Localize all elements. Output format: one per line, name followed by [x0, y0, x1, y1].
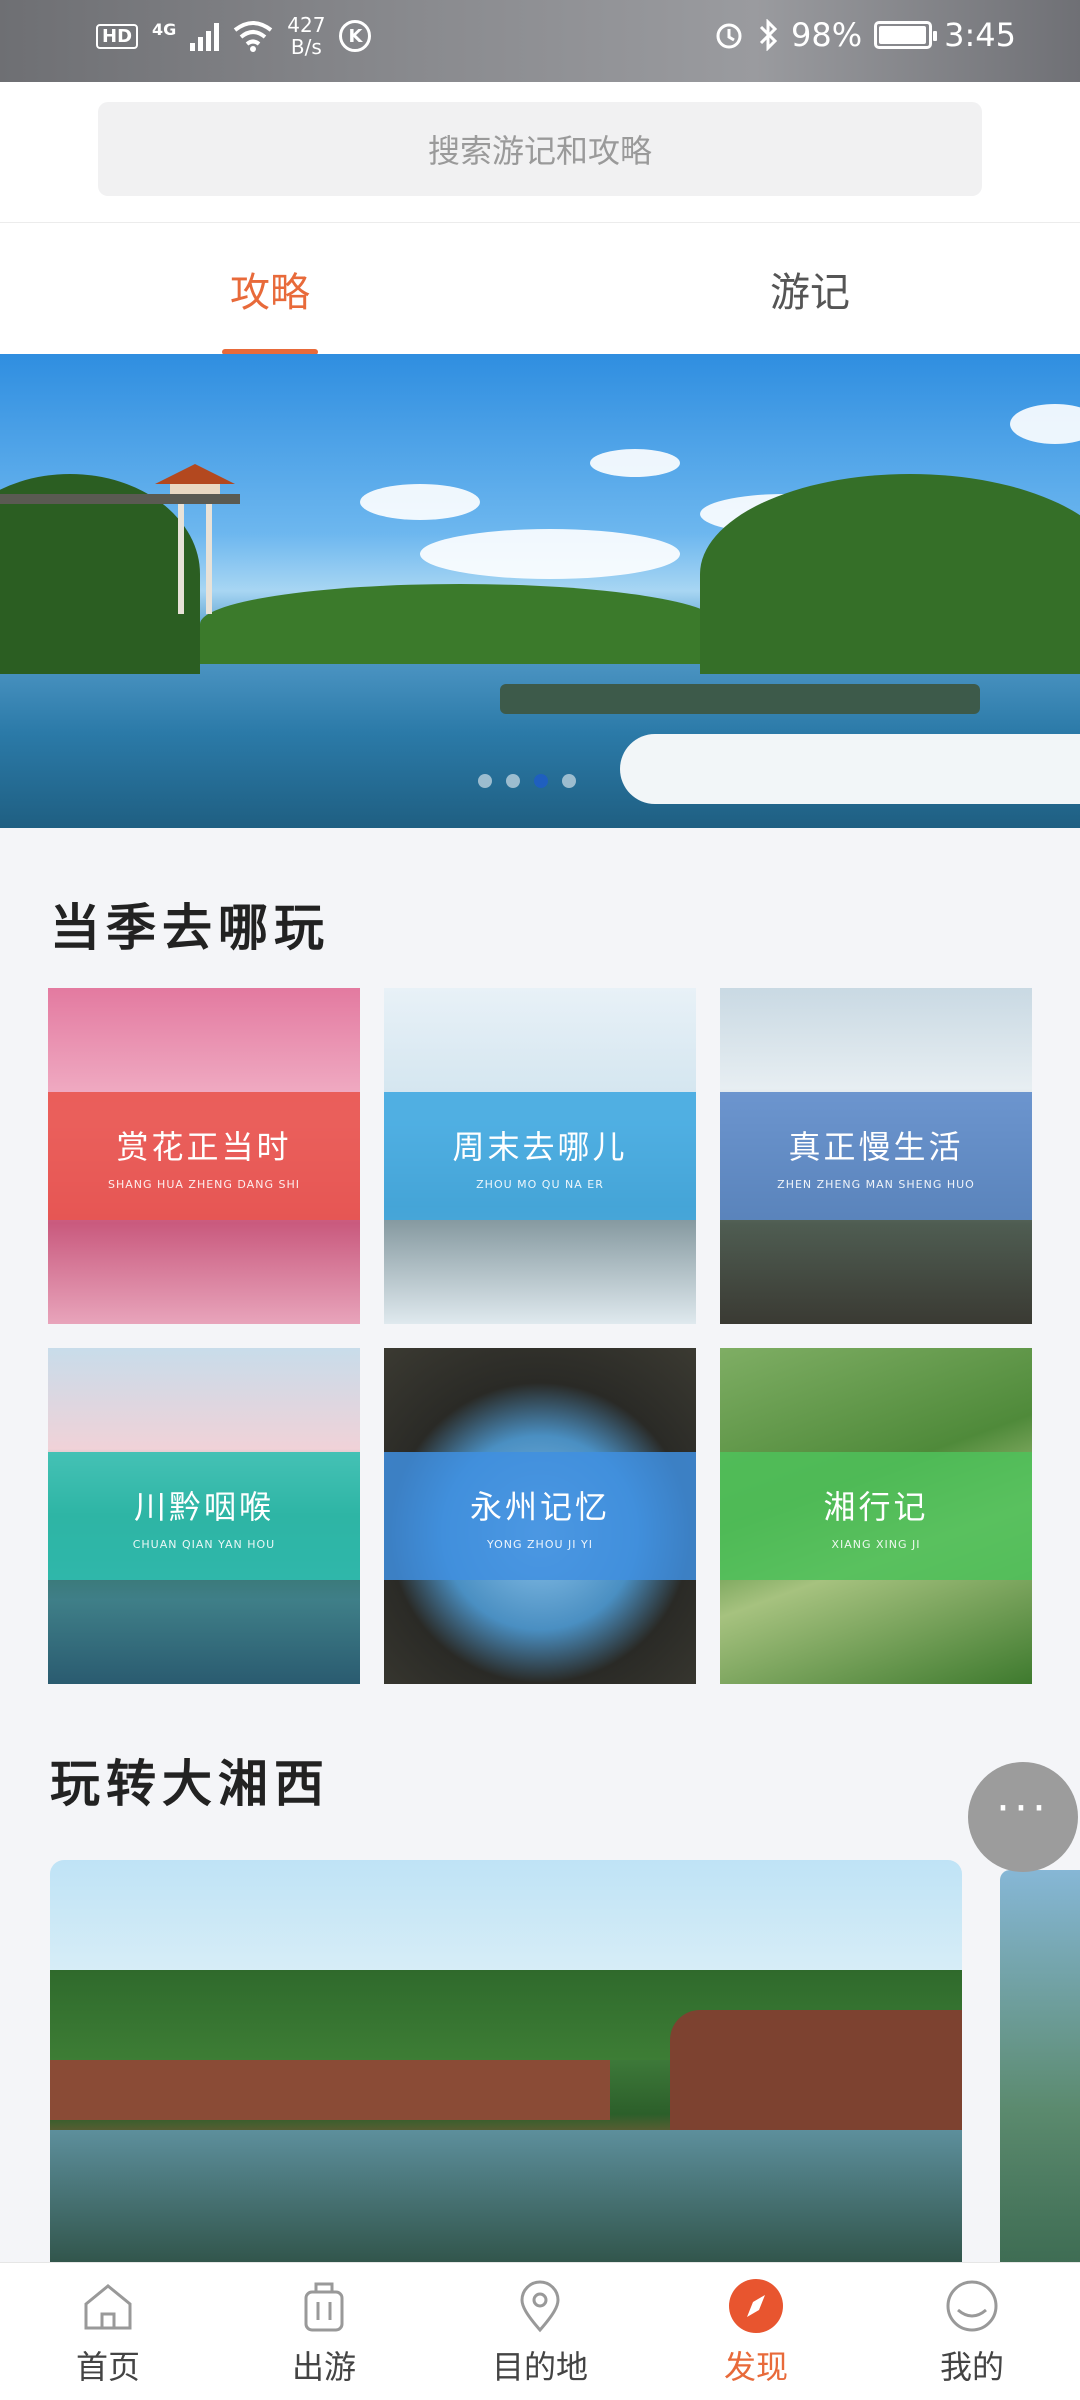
- card-title: 真正慢生活: [788, 1127, 964, 1166]
- bottom-nav: 首页 出游 目的地 发现 我的: [0, 2262, 1080, 2400]
- nav-destination[interactable]: 目的地: [432, 2263, 648, 2400]
- nav-discover[interactable]: 发现: [648, 2263, 864, 2400]
- app-screen: HD 4G 427 B/s K 98% 3:45 搜索游记和攻略 攻略 游记 当…: [0, 0, 1080, 2400]
- section-title-season: 当季去哪玩: [50, 899, 330, 957]
- wifi-icon: [234, 21, 273, 52]
- season-card-weekend[interactable]: 周末去哪儿 ZHOU MO QU NA ER: [384, 988, 696, 1324]
- nav-destination-label: 目的地: [491, 2347, 588, 2386]
- card-title: 永州记忆: [469, 1487, 610, 1526]
- card-title: 湘行记: [823, 1487, 929, 1526]
- card-pinyin: CHUAN QIAN YAN HOU: [132, 1537, 276, 1551]
- card-pinyin: SHANG HUA ZHENG DANG SHI: [108, 1177, 300, 1191]
- card-band: 湘行记 XIANG XING JI: [720, 1452, 1032, 1580]
- card-pinyin: XIANG XING JI: [831, 1537, 921, 1551]
- more-options-button[interactable]: ···: [968, 1762, 1078, 1872]
- card-band: 周末去哪儿 ZHOU MO QU NA ER: [384, 1092, 696, 1220]
- speed-value: 427: [287, 13, 326, 37]
- season-card-chuanqian[interactable]: 川黔咽喉 CHUAN QIAN YAN HOU: [48, 1348, 360, 1684]
- nav-profile-label: 我的: [939, 2347, 1004, 2386]
- network-type: 4G: [152, 19, 177, 39]
- season-card-flowers[interactable]: 赏花正当时 SHANG HUA ZHENG DANG SHI: [48, 988, 360, 1324]
- tab-travelogues-label: 游记: [770, 270, 850, 316]
- nav-trip[interactable]: 出游: [216, 2263, 432, 2400]
- bluetooth-icon: [759, 19, 778, 51]
- tab-travelogues[interactable]: 游记: [710, 223, 910, 355]
- carousel-dot[interactable]: [562, 774, 576, 788]
- profile-icon: [942, 2276, 1002, 2336]
- carousel-dot[interactable]: [478, 774, 492, 788]
- card-band: 赏花正当时 SHANG HUA ZHENG DANG SHI: [48, 1092, 360, 1220]
- clock: 3:45: [944, 16, 1016, 54]
- luggage-icon: [294, 2276, 354, 2336]
- hd-badge: HD: [96, 23, 139, 49]
- next-feature-card-peek[interactable]: [1000, 1870, 1080, 2270]
- season-card-xiangxing[interactable]: 湘行记 XIANG XING JI: [720, 1348, 1032, 1684]
- card-title: 赏花正当时: [116, 1127, 292, 1166]
- more-dots-icon: ···: [996, 1782, 1050, 1834]
- signal-icon: [190, 21, 220, 51]
- battery-icon: [874, 21, 938, 49]
- card-pinyin: ZHOU MO QU NA ER: [476, 1177, 604, 1191]
- nav-profile[interactable]: 我的: [864, 2263, 1080, 2400]
- card-title: 川黔咽喉: [133, 1487, 274, 1526]
- card-pinyin: ZHEN ZHENG MAN SHENG HUO: [777, 1177, 975, 1191]
- home-icon: [78, 2276, 138, 2336]
- nav-home[interactable]: 首页: [0, 2263, 216, 2400]
- location-pin-icon: [510, 2276, 570, 2336]
- nav-discover-label: 发现: [723, 2347, 788, 2386]
- section-title-xiangxi: 玩转大湘西: [50, 1755, 330, 1813]
- search-bar-container: 搜索游记和攻略: [0, 82, 1080, 222]
- nav-home-label: 首页: [75, 2347, 140, 2386]
- battery-percent: 98%: [791, 16, 863, 54]
- card-pinyin: YONG ZHOU JI YI: [487, 1537, 593, 1551]
- network-speed: 427 B/s: [287, 14, 325, 58]
- k-badge-icon: K: [339, 20, 372, 52]
- search-input[interactable]: 搜索游记和攻略: [98, 102, 982, 196]
- tab-guides[interactable]: 攻略: [170, 223, 370, 355]
- compass-icon: [726, 2276, 786, 2336]
- search-placeholder: 搜索游记和攻略: [427, 132, 652, 170]
- season-card-slow-life[interactable]: 真正慢生活 ZHEN ZHENG MAN SHENG HUO: [720, 988, 1032, 1324]
- card-band: 永州记忆 YONG ZHOU JI YI: [384, 1452, 696, 1580]
- status-right: 98% 3:45: [713, 16, 1016, 54]
- carousel-dot-active[interactable]: [534, 774, 548, 788]
- status-bar: HD 4G 427 B/s K 98% 3:45: [0, 0, 1080, 82]
- carousel-dot[interactable]: [506, 774, 520, 788]
- speed-unit: B/s: [290, 35, 322, 59]
- tab-bar: 攻略 游记: [0, 222, 1080, 355]
- xiangxi-feature-card[interactable]: [50, 1860, 962, 2270]
- banner-carousel[interactable]: [0, 354, 1080, 828]
- card-band: 真正慢生活 ZHEN ZHENG MAN SHENG HUO: [720, 1092, 1032, 1220]
- carousel-dots: [478, 774, 576, 788]
- alarm-icon: [716, 23, 742, 49]
- nav-trip-label: 出游: [291, 2347, 356, 2386]
- status-left: HD 4G 427 B/s K: [96, 14, 372, 58]
- pavilion-image: [155, 464, 235, 614]
- card-title: 周末去哪儿: [452, 1127, 628, 1166]
- tab-guides-label: 攻略: [230, 270, 310, 316]
- season-card-yongzhou[interactable]: 永州记忆 YONG ZHOU JI YI: [384, 1348, 696, 1684]
- card-band: 川黔咽喉 CHUAN QIAN YAN HOU: [48, 1452, 360, 1580]
